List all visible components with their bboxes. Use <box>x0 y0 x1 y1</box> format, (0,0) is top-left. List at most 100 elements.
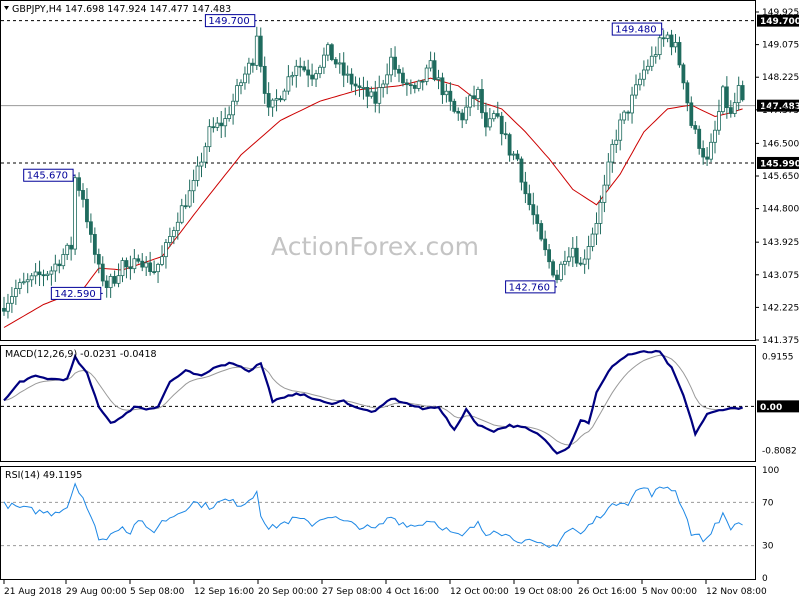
candle-body-43 <box>171 230 176 237</box>
candle-body-118 <box>468 95 473 108</box>
candle-body-161 <box>638 78 642 86</box>
candle-body-151 <box>598 201 603 224</box>
candle-body-58 <box>231 100 236 116</box>
candle-body-135 <box>535 214 540 224</box>
candle-body-50 <box>199 161 204 167</box>
candle-body-49 <box>195 165 200 181</box>
candle-body-9 <box>37 271 42 276</box>
candle-body-29 <box>116 275 121 284</box>
candle-body-32 <box>128 266 133 270</box>
candle-body-10 <box>41 274 46 277</box>
candle-body-143 <box>566 256 571 262</box>
candle-body-70 <box>278 98 283 101</box>
candle-body-106 <box>420 80 425 83</box>
candle-body-152 <box>602 184 607 203</box>
candle-body-78 <box>310 74 315 80</box>
candle-body-16 <box>65 244 70 255</box>
level-tag-2: 145.990 <box>760 159 800 169</box>
price-tick-label-7: 143.925 <box>762 238 799 248</box>
candle-body-84 <box>333 59 338 65</box>
candle-body-66 <box>262 65 267 94</box>
price-tick-label-4: 146.500 <box>762 139 799 149</box>
x-tick-label-4: 20 Sep 00:00 <box>258 587 318 597</box>
candle-body-131 <box>519 158 524 183</box>
candle-body-133 <box>527 193 532 206</box>
candle-body-185 <box>732 102 737 114</box>
candle-body-21 <box>85 198 89 223</box>
candle-body-187 <box>740 85 745 101</box>
price-header-text: GBPJPY,H4 147.698 147.924 147.477 147.48… <box>12 4 231 15</box>
candle-body-42 <box>167 236 172 243</box>
candle-body-79 <box>314 73 318 80</box>
candle-body-154 <box>610 143 615 163</box>
candle-body-72 <box>286 76 291 92</box>
candle-body-90 <box>357 85 362 88</box>
candle-body-62 <box>246 62 251 75</box>
candle-body-48 <box>191 180 196 192</box>
candle-body-129 <box>511 153 516 156</box>
candle-body-18 <box>73 177 77 250</box>
candle-body-125 <box>495 113 500 117</box>
candle-body-95 <box>377 87 382 104</box>
candle-body-24 <box>96 254 101 265</box>
callout-label-3: 142.590 <box>54 289 95 300</box>
candle-body-141 <box>559 263 563 281</box>
rsi-tick-label-1: 70 <box>762 498 774 508</box>
candle-body-8 <box>33 271 38 277</box>
price-panel <box>0 0 756 341</box>
x-tick-label-0: 21 Aug 2018 <box>4 587 62 597</box>
price-tick-label-9: 142.225 <box>762 303 799 313</box>
candle-body-102 <box>404 82 409 86</box>
candle-body-5 <box>21 281 26 284</box>
candle-body-136 <box>539 223 544 240</box>
candle-body-169 <box>669 34 674 48</box>
candle-body-14 <box>57 263 62 267</box>
candle-body-134 <box>531 204 536 216</box>
candle-body-60 <box>239 82 243 87</box>
candle-body-57 <box>227 114 232 119</box>
candle-body-140 <box>555 274 559 281</box>
candle-body-17 <box>69 244 74 250</box>
candle-body-148 <box>586 246 591 260</box>
candle-body-26 <box>104 280 109 289</box>
candle-body-25 <box>100 263 105 282</box>
candle-body-181 <box>717 111 721 131</box>
price-tick-label-8: 143.075 <box>762 271 799 281</box>
macd-header: MACD(12,26,9) -0.0231 -0.0418 <box>5 349 157 360</box>
candle-body-124 <box>491 113 496 120</box>
candle-body-160 <box>634 84 638 96</box>
candle-body-93 <box>369 91 374 97</box>
candle-body-101 <box>401 72 405 84</box>
candle-body-167 <box>661 37 666 40</box>
x-tick-label-10: 5 Nov 00:00 <box>642 587 697 597</box>
candle-body-107 <box>424 67 429 82</box>
candle-body-27 <box>108 276 113 289</box>
x-tick-label-5: 27 Sep 08:00 <box>322 587 382 597</box>
candle-body-127 <box>503 133 508 136</box>
x-tick-label-1: 29 Aug 00:00 <box>66 587 127 597</box>
candle-body-44 <box>175 221 180 231</box>
candle-body-12 <box>49 270 54 275</box>
candle-body-15 <box>61 254 66 267</box>
candle-body-55 <box>219 122 224 127</box>
candle-body-94 <box>373 91 378 104</box>
candle-body-75 <box>298 65 303 68</box>
candle-body-37 <box>148 262 153 272</box>
callout-label-1: 149.480 <box>615 25 656 36</box>
candle-body-173 <box>685 82 690 104</box>
candle-body-104 <box>412 84 417 89</box>
candle-body-157 <box>622 111 627 121</box>
candle-body-88 <box>349 73 354 85</box>
price-tick-label-5: 145.650 <box>762 172 799 182</box>
candle-body-40 <box>160 256 164 265</box>
x-tick-label-6: 4 Oct 16:00 <box>386 587 439 597</box>
price-tick-label-2: 148.225 <box>762 73 799 83</box>
rsi-tick-label-0: 100 <box>762 466 779 476</box>
candle-body-163 <box>645 65 650 71</box>
gbpjpy-chart[interactable]: ActionForex.com 149.700 149.480 145.670 142… <box>0 0 800 600</box>
rsi-tick-label-3: 0 <box>762 574 768 584</box>
candle-body-76 <box>302 66 307 71</box>
candle-body-171 <box>677 42 682 66</box>
callout-label-2: 145.670 <box>27 171 68 182</box>
candle-body-149 <box>590 233 595 247</box>
